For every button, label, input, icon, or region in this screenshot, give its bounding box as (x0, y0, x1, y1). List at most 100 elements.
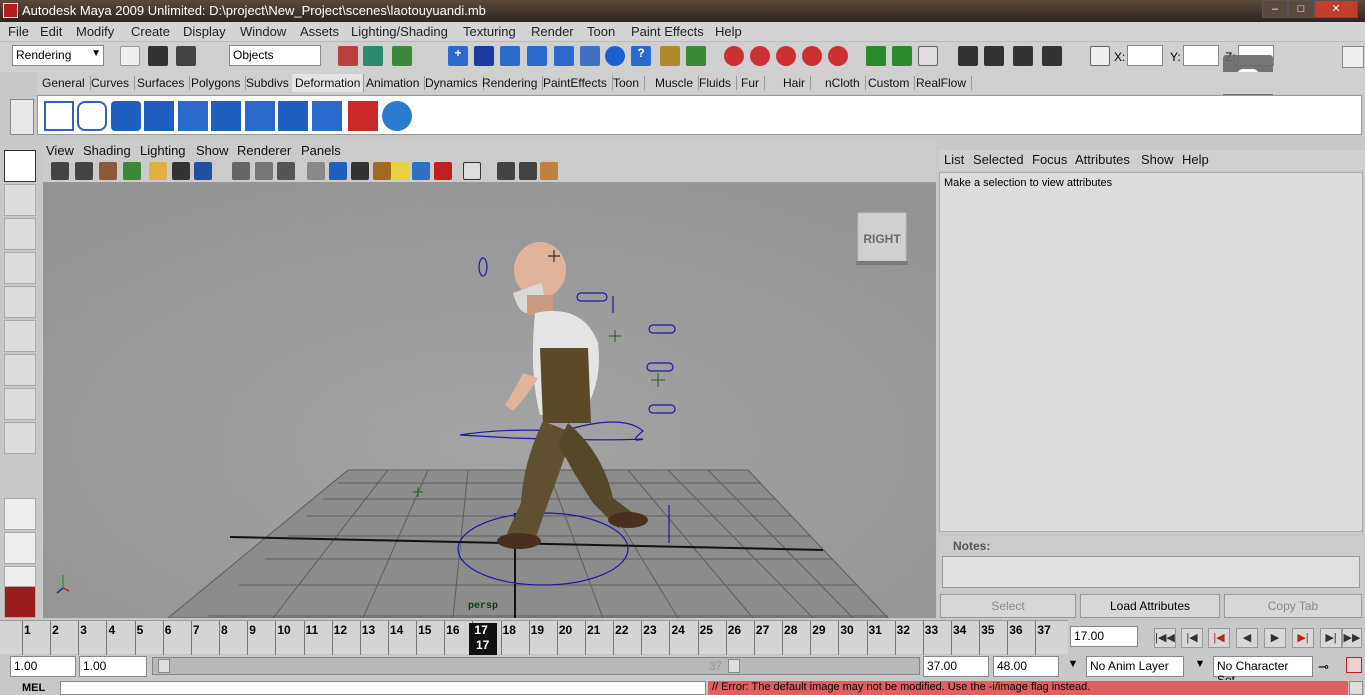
close-button[interactable]: ✕ (1314, 0, 1358, 18)
tab-ncloth[interactable]: nCloth (825, 76, 866, 90)
object-select-icon[interactable] (363, 46, 383, 66)
tab-custom[interactable]: Custom (868, 76, 916, 90)
x-field[interactable] (1127, 45, 1163, 66)
playback-end-field[interactable]: 37.00 (923, 656, 989, 677)
range-end-handle[interactable] (728, 659, 740, 673)
menu-help[interactable]: Help (715, 24, 742, 39)
notes-field[interactable] (942, 556, 1360, 588)
menu-show-attr[interactable]: Show (1141, 152, 1174, 167)
tab-deformation[interactable]: Deformation (292, 74, 365, 92)
twist-icon[interactable] (278, 101, 308, 131)
channel-box-toggle-icon[interactable] (1342, 46, 1364, 68)
tab-surfaces[interactable]: Surfaces (137, 76, 191, 90)
make-live-icon[interactable] (828, 46, 848, 66)
menu-edit[interactable]: Edit (40, 24, 62, 39)
chevron-down-icon[interactable]: ▼ (1063, 658, 1083, 675)
scale-tool-icon[interactable] (4, 320, 36, 352)
tab-animation[interactable]: Animation (366, 76, 426, 90)
menu-panels[interactable]: Panels (301, 143, 341, 158)
bookmarks-icon[interactable] (99, 162, 117, 180)
time-slider[interactable]: 1 2 3 4 5 6 7 8 9 10 11 12 13 14 15 16 17 18 19 20 21 22 23 24 2… (0, 620, 1068, 655)
ipr-render-icon[interactable] (984, 46, 1004, 66)
command-input[interactable] (60, 681, 706, 695)
textured-icon[interactable] (329, 162, 347, 180)
flare-icon[interactable] (245, 101, 275, 131)
text-icon[interactable] (277, 162, 295, 180)
anim-layer-dropdown[interactable]: No Anim Layer (1086, 656, 1184, 677)
tab-polygons[interactable]: Polygons (191, 76, 247, 90)
go-to-start-icon[interactable]: |◀◀ (1154, 628, 1176, 648)
chevron-down-icon[interactable]: ▼ (1190, 658, 1210, 675)
xray-icon[interactable] (412, 162, 430, 180)
playback-start-field[interactable]: 1.00 (79, 656, 147, 677)
output-ops-icon[interactable] (892, 46, 912, 66)
select-handle-icon[interactable]: + (448, 46, 468, 66)
wireframe-icon[interactable] (232, 162, 250, 180)
tab-dynamics[interactable]: Dynamics (425, 76, 484, 90)
script-editor-icon[interactable] (1349, 681, 1363, 695)
preferences-icon[interactable] (1346, 657, 1362, 673)
menu-assets[interactable]: Assets (300, 24, 339, 39)
menu-selected[interactable]: Selected (973, 152, 1024, 167)
select-render-icon[interactable] (605, 46, 625, 66)
select-tool-icon[interactable] (4, 150, 36, 182)
select-dynamic-icon[interactable] (580, 46, 600, 66)
snap-curve-icon[interactable] (750, 46, 770, 66)
wrap-icon[interactable] (77, 101, 107, 131)
hypershade-icon[interactable] (1042, 46, 1062, 66)
select-curve-icon[interactable] (500, 46, 520, 66)
current-time-field[interactable]: 17.00 (1070, 626, 1138, 647)
tab-painteffects[interactable]: PaintEffects (543, 76, 613, 90)
tab-toon[interactable]: Toon (613, 76, 646, 90)
menu-help-attr[interactable]: Help (1182, 152, 1209, 167)
y-field[interactable] (1183, 45, 1219, 66)
frame-all-icon[interactable] (463, 162, 481, 180)
select-misc-icon[interactable]: ? (631, 46, 651, 66)
menu-show[interactable]: Show (196, 143, 229, 158)
step-back-key-icon[interactable]: |◀ (1208, 628, 1230, 648)
tab-rendering[interactable]: Rendering (482, 76, 544, 90)
menu-toon[interactable]: Toon (587, 24, 615, 39)
menuset-dropdown[interactable]: Rendering ▼ (12, 45, 104, 66)
menu-renderer[interactable]: Renderer (237, 143, 291, 158)
menu-paint-effects[interactable]: Paint Effects (631, 24, 704, 39)
step-forward-icon[interactable]: ▶| (1320, 628, 1342, 648)
tab-fur[interactable]: Fur (741, 76, 765, 90)
construction-history-icon[interactable] (918, 46, 938, 66)
maximize-button[interactable]: □ (1288, 0, 1314, 18)
highlight-selection-icon[interactable] (686, 46, 706, 66)
start-time-field[interactable]: 1.00 (10, 656, 76, 677)
four-view-layout-icon[interactable] (4, 532, 36, 564)
tab-fluids[interactable]: Fluids (699, 76, 738, 90)
move-tool-icon[interactable] (4, 252, 36, 284)
tab-subdivs[interactable]: Subdivs (246, 76, 295, 90)
blendshape-icon[interactable] (178, 101, 208, 131)
show-manipulator-icon[interactable] (4, 422, 36, 454)
step-back-icon[interactable]: |◀ (1181, 628, 1203, 648)
render-view-icon[interactable] (540, 162, 558, 180)
end-time-field[interactable]: 48.00 (993, 656, 1059, 677)
select-joint-icon[interactable] (474, 46, 494, 66)
select-deformer-icon[interactable] (554, 46, 574, 66)
render-frame-icon[interactable] (958, 46, 978, 66)
select-button[interactable]: Select (940, 594, 1076, 618)
snap-point-icon[interactable] (776, 46, 796, 66)
range-bar[interactable]: 37 (152, 657, 920, 675)
smooth-shade-icon[interactable] (255, 162, 273, 180)
wave-icon[interactable] (312, 101, 342, 131)
hud-icon[interactable] (497, 162, 515, 180)
camera-select-icon[interactable] (51, 162, 69, 180)
load-attributes-button[interactable]: Load Attributes (1080, 594, 1220, 618)
camera-sequencer-icon[interactable] (519, 162, 537, 180)
isolate-select-icon[interactable] (434, 162, 452, 180)
shadows-icon[interactable] (373, 162, 391, 180)
rotate-tool-icon[interactable] (4, 286, 36, 318)
select-surface-icon[interactable] (527, 46, 547, 66)
single-perspective-layout-icon[interactable] (4, 498, 36, 530)
menu-modify[interactable]: Modify (76, 24, 114, 39)
save-scene-icon[interactable] (176, 46, 196, 66)
menu-list[interactable]: List (944, 152, 964, 167)
character-set-dropdown[interactable]: No Character Set (1213, 656, 1313, 687)
point-on-curve-icon[interactable] (382, 101, 412, 131)
lattice-icon[interactable] (44, 101, 74, 131)
